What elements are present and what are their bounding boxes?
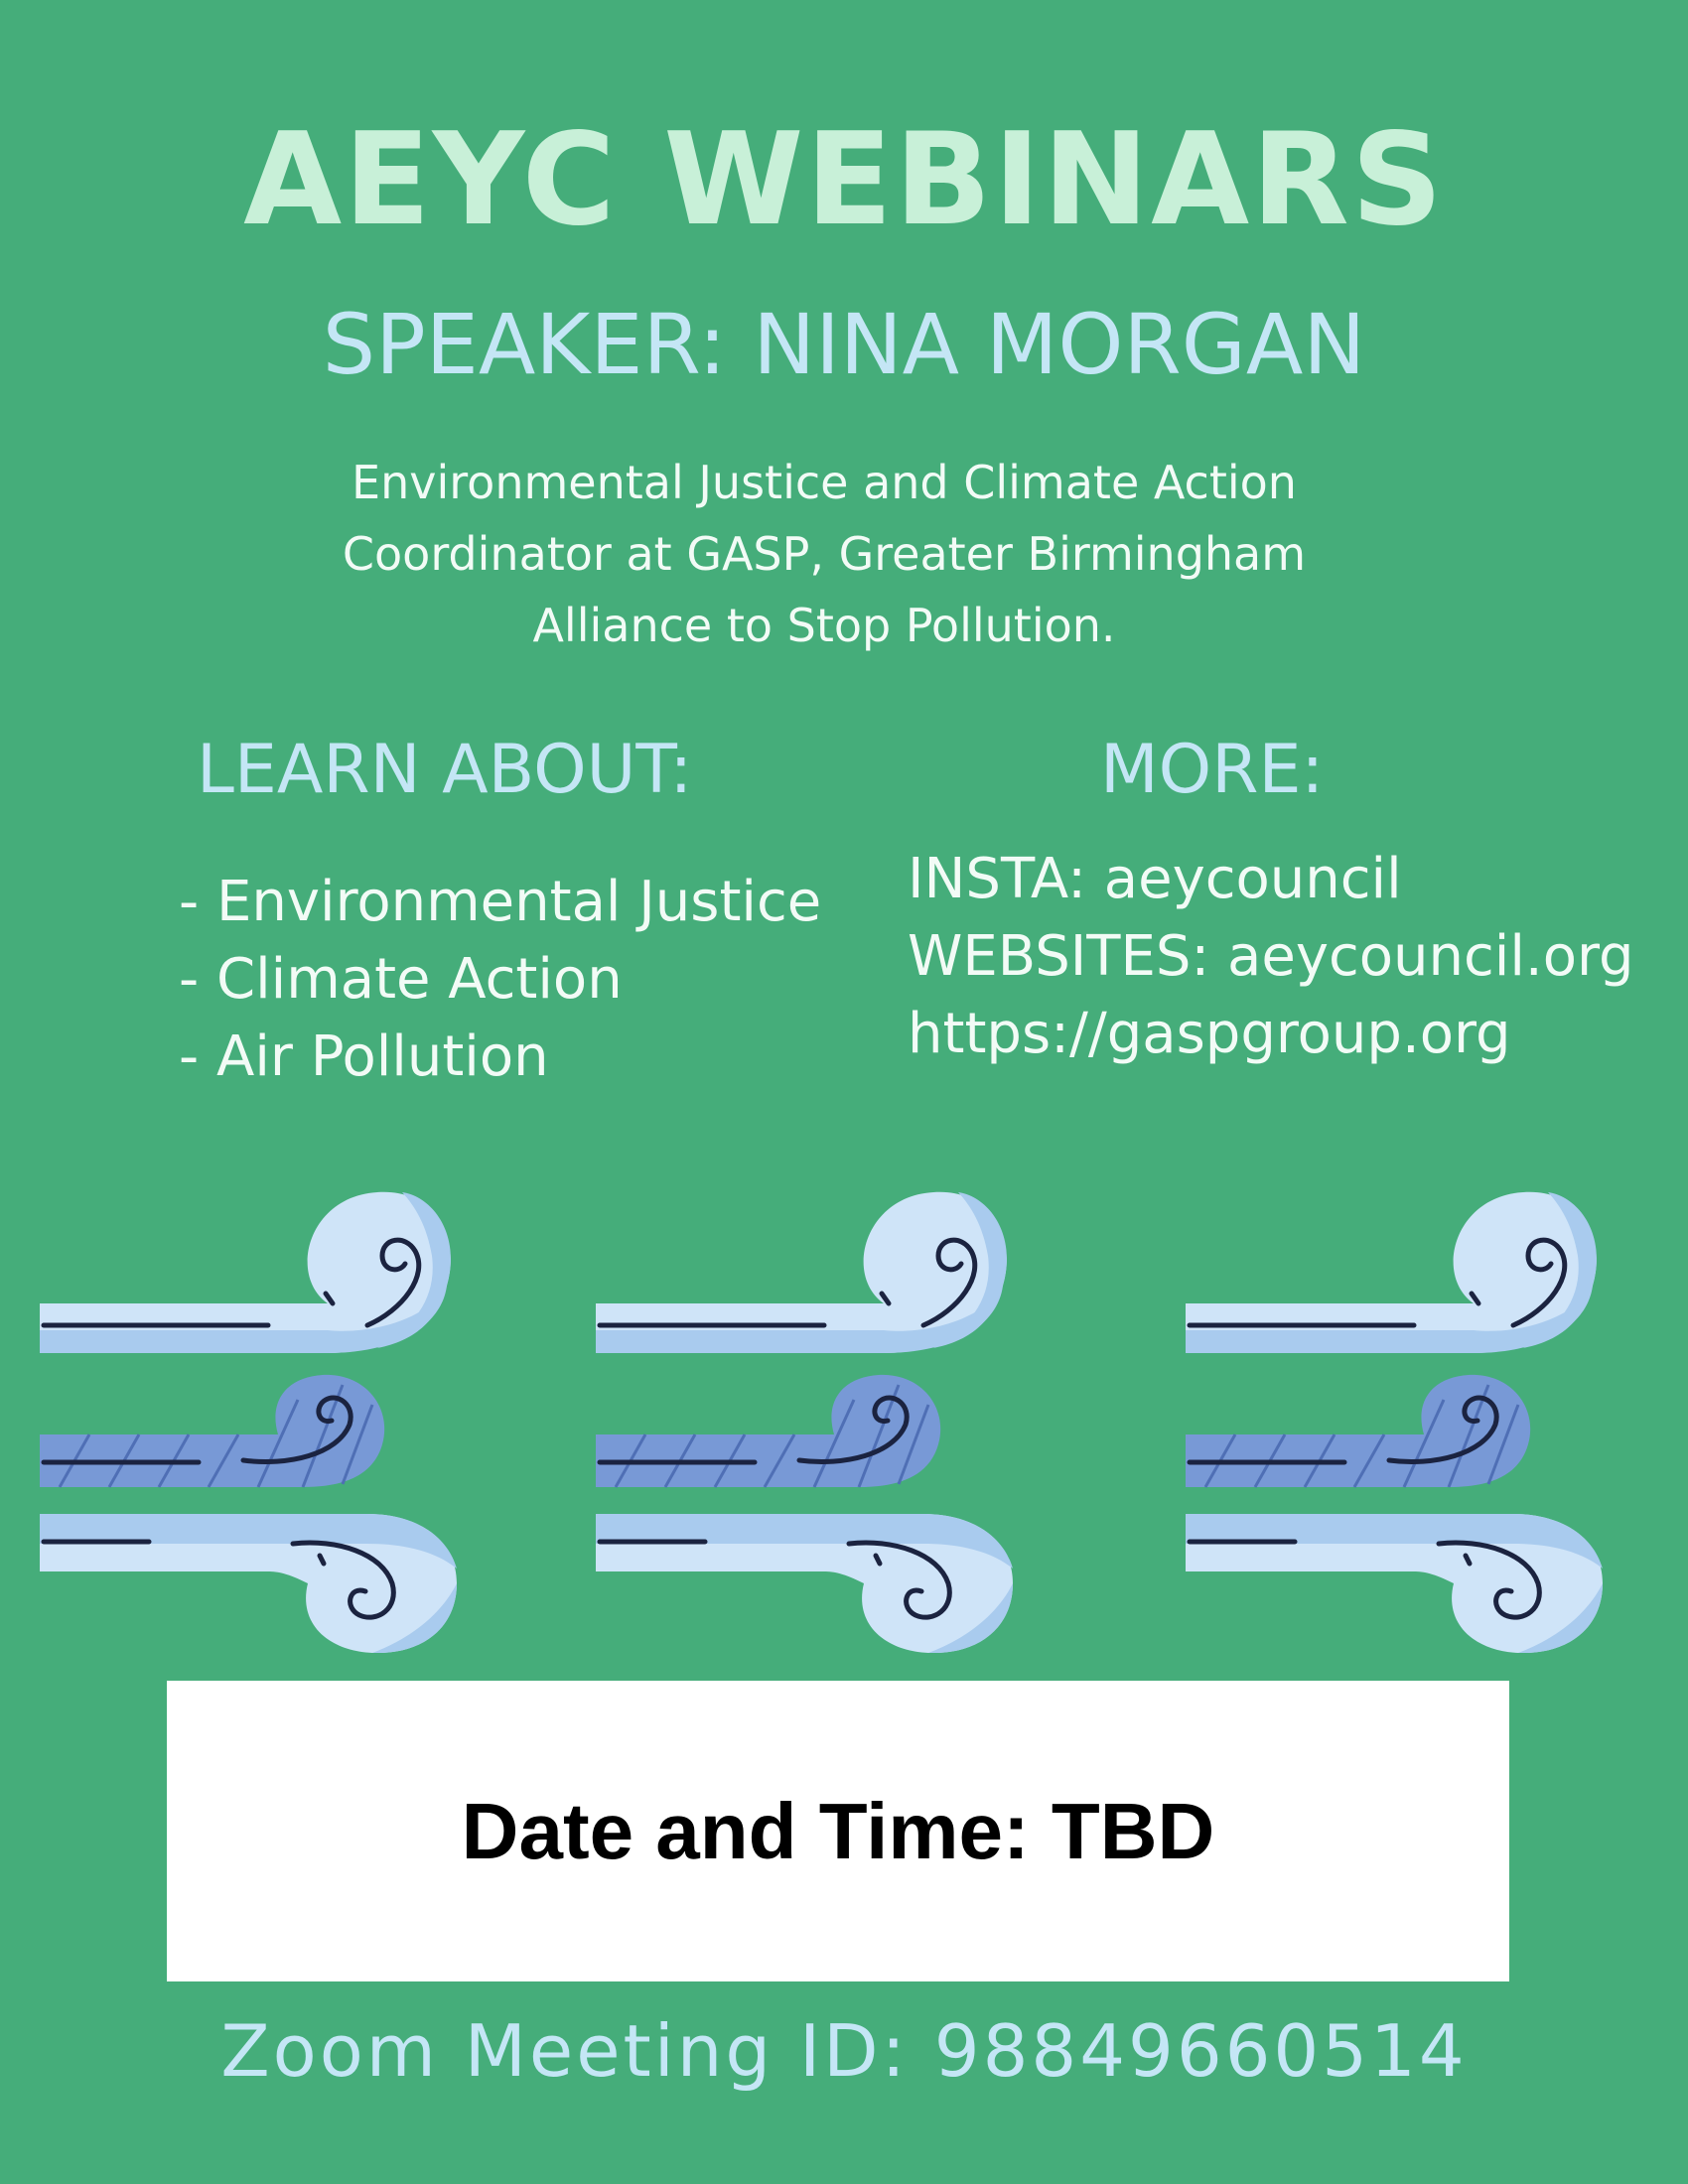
wind-gust-icon [1186, 1186, 1652, 1653]
page-title: AEYC WEBINARS [243, 106, 1445, 254]
description-line: Environmental Justice and Climate Action [352, 456, 1297, 509]
list-item: - Air Pollution [179, 1024, 549, 1089]
description-line: Coordinator at GASP, Greater Birmingham [342, 527, 1307, 581]
learn-about-heading: LEARN ABOUT: [197, 731, 693, 809]
website-link: https://gaspgroup.org [908, 1002, 1511, 1066]
website-link: WEBSITES: aeycouncil.org [908, 924, 1634, 989]
date-time-box: Date and Time: TBD [167, 1681, 1509, 1981]
wind-gust-icon [596, 1186, 1062, 1653]
description-line: Alliance to Stop Pollution. [532, 599, 1116, 652]
list-item: - Environmental Justice [179, 870, 822, 934]
list-item: - Climate Action [179, 947, 623, 1012]
instagram-handle: INSTA: aeycouncil [908, 847, 1402, 911]
date-time-label: Date and Time: TBD [461, 1786, 1215, 1875]
speaker-description: Environmental Justice and Climate Action… [228, 447, 1420, 661]
more-list: INSTA: aeycouncil WEBSITES: aeycouncil.o… [908, 841, 1634, 1073]
learn-about-list: - Environmental Justice - Climate Action… [179, 864, 821, 1096]
zoom-meeting-id: Zoom Meeting ID: 98849660514 [220, 2009, 1468, 2093]
more-heading: MORE: [1100, 731, 1325, 809]
wind-gust-icon [40, 1186, 506, 1653]
speaker-name: SPEAKER: NINA MORGAN [322, 296, 1366, 393]
